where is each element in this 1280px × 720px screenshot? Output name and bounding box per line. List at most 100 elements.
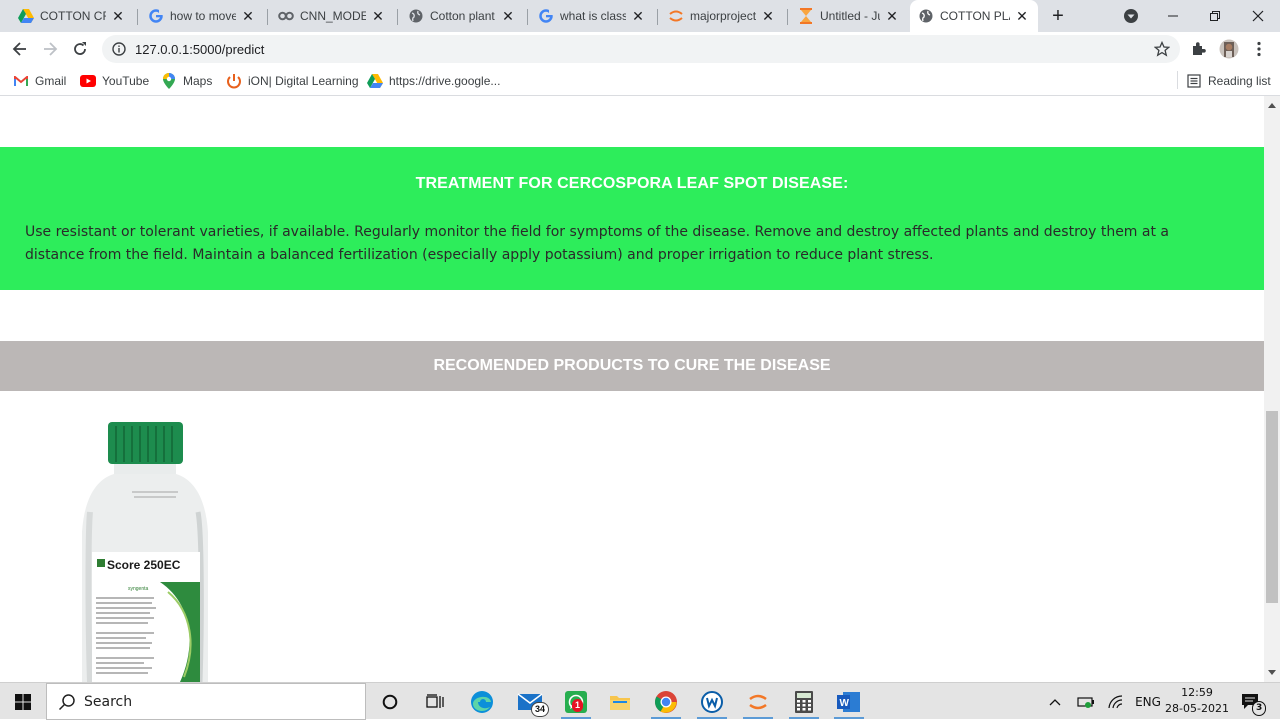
tab-search-button[interactable]: [1110, 0, 1152, 32]
treatment-heading: TREATMENT FOR CERCOSPORA LEAF SPOT DISEA…: [415, 175, 849, 192]
tab-title: how to move: [170, 9, 236, 23]
tab-cotton-plant[interactable]: Cotton plant ✕: [400, 4, 524, 28]
notification-badge: 3: [1252, 701, 1267, 716]
info-icon[interactable]: [111, 41, 127, 57]
taskbar-jupyter[interactable]: [735, 683, 781, 720]
bookmark-ion[interactable]: iON| Digital Learning: [226, 71, 359, 91]
menu-button[interactable]: [1246, 36, 1272, 62]
network-status[interactable]: [1105, 683, 1127, 720]
google-icon: [538, 8, 554, 24]
edge-icon: [471, 690, 493, 713]
tab-how-to-move[interactable]: how to move ✕: [140, 4, 264, 28]
maps-icon: [161, 73, 177, 89]
restore-button[interactable]: [1194, 0, 1236, 32]
battery-status[interactable]: [1075, 683, 1097, 720]
reading-list-button[interactable]: Reading list: [1186, 71, 1271, 91]
reading-list-icon: [1186, 73, 1202, 89]
tab-title: Cotton plant: [430, 9, 495, 23]
close-window-button[interactable]: [1237, 0, 1279, 32]
bookmark-label: https://drive.google...: [389, 74, 501, 88]
close-icon[interactable]: ✕: [240, 8, 256, 24]
google-drive-icon: [367, 73, 383, 89]
windows-taskbar: Search 34 1 W ENG 12:59 28-05-2021 3: [0, 682, 1280, 720]
star-icon[interactable]: [1153, 40, 1171, 57]
wifi-icon: [1108, 694, 1123, 708]
taskbar-file-explorer[interactable]: [597, 683, 643, 720]
bookmark-youtube[interactable]: YouTube: [80, 71, 149, 91]
arrow-right-icon: [44, 42, 58, 56]
taskbar-mail[interactable]: 34: [507, 683, 553, 720]
tab-what-is-classif[interactable]: what is classif ✕: [530, 4, 654, 28]
bookmark-label: Gmail: [35, 74, 67, 88]
taskbar-whatsapp[interactable]: 1: [553, 683, 599, 720]
puzzle-icon: [1193, 42, 1206, 55]
whatsapp-badge: 1: [572, 699, 584, 712]
page-scrollbar[interactable]: [1264, 96, 1280, 682]
ion-icon: [226, 73, 242, 89]
tab-majorproject[interactable]: majorproject/ ✕: [660, 4, 784, 28]
product-image-score-250ec[interactable]: Score 250EC syngenta: [80, 422, 210, 682]
address-bar[interactable]: 127.0.0.1:5000/predict: [102, 35, 1180, 63]
calculator-icon: [795, 690, 813, 713]
svg-text:W: W: [840, 698, 850, 709]
word-icon: W: [837, 691, 860, 712]
bookmark-maps[interactable]: Maps: [161, 71, 212, 91]
scrollbar-thumb[interactable]: [1266, 411, 1278, 603]
clock-time: 12:59: [1181, 686, 1213, 699]
language-indicator[interactable]: ENG: [1133, 683, 1163, 720]
tab-cotton-plant-active[interactable]: COTTON PLA ✕: [910, 0, 1038, 32]
youtube-icon: [80, 73, 96, 89]
task-view-button[interactable]: [412, 683, 458, 720]
bookmark-gmail[interactable]: Gmail: [13, 71, 66, 91]
close-icon[interactable]: ✕: [1014, 8, 1030, 24]
close-icon[interactable]: ✕: [760, 8, 776, 24]
minimize-button[interactable]: [1152, 0, 1194, 32]
more-vert-icon: [1257, 41, 1261, 57]
start-button[interactable]: [0, 683, 46, 720]
cortana-icon: [382, 694, 398, 709]
extensions-button[interactable]: [1186, 36, 1212, 62]
clock-date: 28-05-2021: [1165, 702, 1229, 715]
tab-divider: [527, 9, 528, 25]
tab-divider: [267, 9, 268, 25]
cortana-button[interactable]: [367, 683, 413, 720]
browser-toolbar: 127.0.0.1:5000/predict: [0, 32, 1280, 66]
scroll-down-arrow-icon[interactable]: [1264, 666, 1280, 680]
globe-icon: [918, 8, 934, 24]
action-center-button[interactable]: 3: [1236, 683, 1267, 720]
taskbar-chrome[interactable]: [643, 683, 689, 720]
new-tab-button[interactable]: +: [1046, 5, 1070, 27]
tab-title: majorproject/: [690, 9, 756, 23]
profile-avatar[interactable]: [1216, 36, 1242, 62]
close-icon[interactable]: ✕: [370, 8, 386, 24]
close-icon[interactable]: ✕: [884, 8, 900, 24]
taskbar-word[interactable]: W: [826, 683, 872, 720]
tab-cotton-cro[interactable]: COTTON CRO ✕: [10, 4, 134, 28]
taskbar-edge[interactable]: [459, 683, 505, 720]
taskbar-calculator[interactable]: [781, 683, 827, 720]
bookmark-google-drive[interactable]: https://drive.google...: [367, 71, 500, 91]
battery-icon: [1077, 696, 1094, 708]
taskbar-search-box[interactable]: Search: [46, 683, 366, 720]
close-icon[interactable]: ✕: [110, 8, 126, 24]
globe-icon: [408, 8, 424, 24]
avatar-icon: [1219, 39, 1239, 59]
hourglass-icon: [798, 8, 814, 24]
product-label-text: Score 250EC: [107, 558, 181, 572]
forward-button[interactable]: [37, 36, 63, 62]
tab-untitled-jupyter[interactable]: Untitled - Jup ✕: [790, 4, 908, 28]
close-icon[interactable]: ✕: [500, 8, 516, 24]
taskbar-clock[interactable]: 12:59 28-05-2021: [1162, 685, 1232, 719]
back-button[interactable]: [7, 36, 33, 62]
taskbar-anaconda[interactable]: [689, 683, 735, 720]
google-drive-icon: [18, 8, 34, 24]
close-icon[interactable]: ✕: [630, 8, 646, 24]
treatment-section: TREATMENT FOR CERCOSPORA LEAF SPOT DISEA…: [0, 147, 1264, 290]
tab-divider: [137, 9, 138, 25]
scroll-up-arrow-icon[interactable]: [1264, 98, 1280, 112]
chrome-icon: [655, 690, 677, 713]
show-hidden-icons-button[interactable]: [1044, 683, 1066, 720]
tab-title: CNN_MODEL: [300, 9, 366, 23]
reload-button[interactable]: [67, 36, 93, 62]
tab-cnn-model[interactable]: CNN_MODEL ✕: [270, 4, 394, 28]
